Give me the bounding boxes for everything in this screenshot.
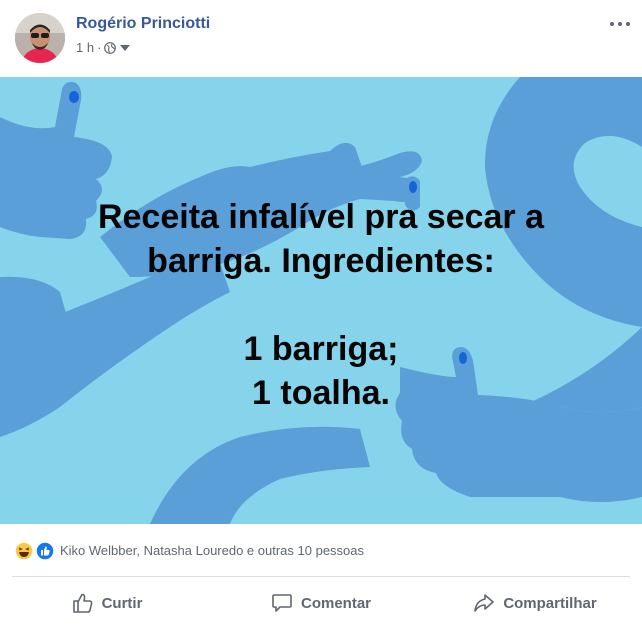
feed-post: Rogério Princiotti 1 h · Receita infalív… — [0, 0, 642, 633]
post-actions: Curtir Comentar Compartilhar — [0, 582, 642, 624]
comment-button[interactable]: Comentar — [214, 582, 428, 624]
actions-divider — [12, 576, 630, 577]
author-name[interactable]: Rogério Princiotti — [76, 15, 210, 33]
post-image-text: Receita infalível pra secar a barriga. I… — [97, 198, 545, 412]
haha-reaction-icon — [14, 541, 34, 566]
reactions-summary[interactable]: Kiko Welbber, Natasha Louredo e outras 1… — [14, 538, 364, 562]
post-image[interactable]: Receita infalível pra secar a barriga. I… — [0, 77, 642, 524]
share-icon — [474, 594, 495, 612]
post-meta: 1 h · — [76, 40, 131, 55]
avatar[interactable] — [15, 13, 65, 63]
share-button-label: Compartilhar — [503, 594, 597, 612]
more-options-icon[interactable] — [610, 20, 630, 28]
post-header: Rogério Princiotti 1 h · — [0, 0, 642, 76]
like-reaction-icon — [35, 541, 55, 566]
comment-icon — [272, 594, 292, 612]
thumbs-up-icon — [72, 593, 92, 613]
reaction-icons — [14, 540, 56, 561]
post-time[interactable]: 1 h — [76, 40, 94, 55]
share-button[interactable]: Compartilhar — [428, 582, 642, 624]
meta-separator: · — [97, 40, 102, 55]
like-button-label: Curtir — [101, 594, 143, 612]
caret-down-icon[interactable] — [120, 44, 131, 51]
globe-icon[interactable] — [104, 41, 117, 54]
like-button[interactable]: Curtir — [0, 582, 214, 624]
comment-button-label: Comentar — [300, 594, 371, 612]
reactions-names[interactable]: Kiko Welbber, Natasha Louredo e outras 1… — [60, 543, 364, 558]
